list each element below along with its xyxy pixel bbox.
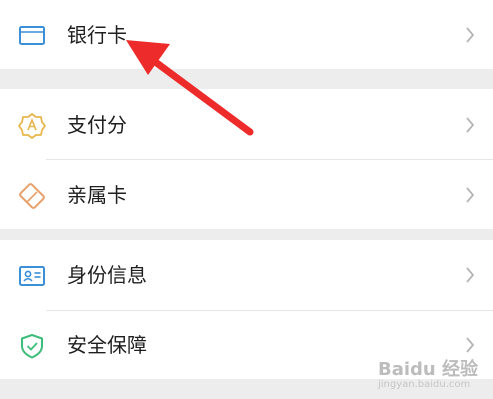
chevron-right-icon: [465, 336, 475, 354]
family-card-icon: [18, 183, 46, 209]
security-label: 安全保障: [67, 333, 147, 357]
bank-card-label: 银行卡: [67, 23, 127, 47]
id-card-icon: [18, 263, 46, 289]
shield-icon: [18, 333, 46, 359]
watermark-url: jingyan.baidu.com: [378, 379, 471, 390]
chevron-right-icon: [465, 26, 475, 44]
chevron-right-icon: [465, 186, 475, 204]
card-icon: [18, 23, 46, 49]
identity-info-label: 身份信息: [67, 263, 147, 287]
family-card-label: 亲属卡: [67, 183, 127, 207]
payment-score-row[interactable]: 支付分: [0, 91, 493, 159]
menu-group-2: 支付分 亲属卡: [0, 89, 493, 229]
identity-info-row[interactable]: 身份信息: [0, 241, 493, 309]
bank-card-row[interactable]: 银行卡: [0, 1, 493, 69]
chevron-right-icon: [465, 116, 475, 134]
payment-score-label: 支付分: [67, 113, 127, 137]
menu-group-1: 银行卡: [0, 0, 493, 69]
badge-icon: [18, 113, 46, 139]
family-card-row[interactable]: 亲属卡: [0, 161, 493, 229]
divider: [46, 159, 493, 160]
chevron-right-icon: [465, 266, 475, 284]
watermark-logo: Baidu 经验: [378, 359, 479, 380]
